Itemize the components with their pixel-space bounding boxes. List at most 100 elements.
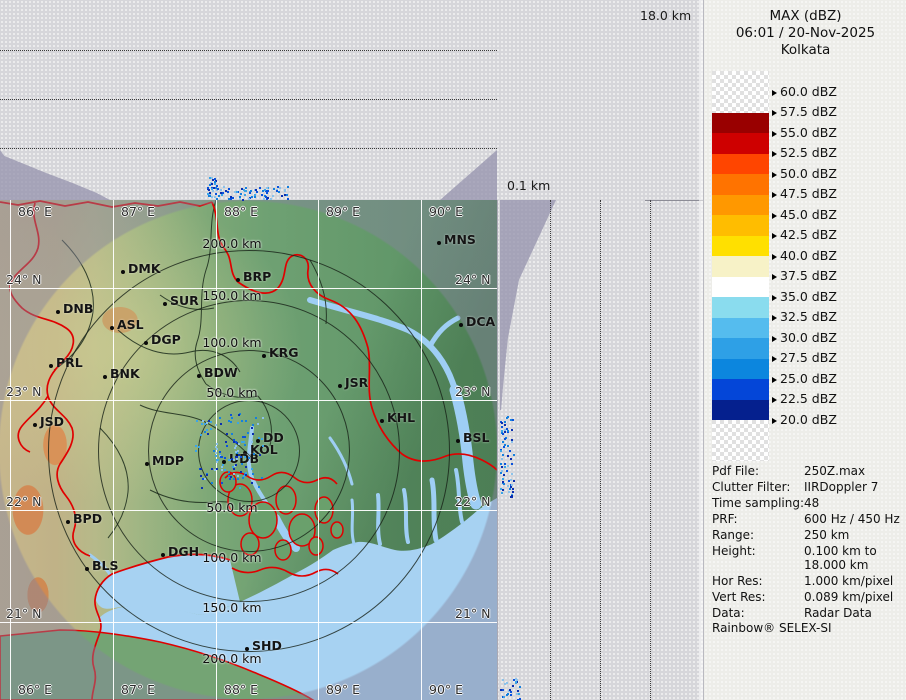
city-dot — [338, 384, 342, 388]
echo-pixel — [231, 417, 233, 419]
city-label: JSR — [345, 375, 368, 390]
echo-pixel — [237, 422, 239, 424]
echo-pixel — [195, 450, 197, 452]
echo-pixel — [251, 468, 253, 470]
colorbar-band-0 — [712, 113, 769, 133]
echo-pixel — [220, 189, 222, 191]
echo-pixel — [229, 459, 231, 461]
dbz-value-label: 27.5 dBZ — [780, 350, 837, 365]
echo-pixel — [261, 477, 263, 479]
echo-pixel — [209, 177, 211, 179]
echo-pixel — [204, 431, 206, 433]
echo-pixel — [213, 187, 215, 189]
echo-pixel — [240, 456, 242, 458]
echo-pixel — [217, 188, 219, 190]
dbz-value-label: 57.5 dBZ — [780, 104, 837, 119]
dbz-colorbar — [712, 71, 769, 461]
info-row: Vert Res:0.089 km/pixel — [712, 591, 904, 605]
echo-pixel — [245, 420, 247, 422]
echo-pixel — [225, 190, 227, 192]
echo-pixel — [237, 475, 239, 477]
echo-pixel — [510, 419, 512, 421]
echo-pixel — [218, 195, 220, 197]
echo-pixel — [240, 471, 242, 473]
city-label: DCA — [466, 314, 495, 329]
latitude-label: 21° N — [6, 606, 41, 621]
city-label: DGP — [151, 332, 181, 347]
echo-pixel — [512, 491, 514, 493]
product-name: MAX (dBZ) — [704, 8, 906, 25]
echo-pixel — [503, 483, 505, 485]
info-row: Hor Res:1.000 km/pixel — [712, 575, 904, 589]
longitude-label: 88° E — [224, 682, 258, 697]
echo-pixel — [207, 433, 209, 435]
info-value: 250Z.max — [804, 465, 904, 479]
info-row: Pdf File:250Z.max — [712, 465, 904, 479]
echo-pixel — [509, 689, 511, 691]
echo-pixel — [244, 194, 246, 196]
colorbar-band-12 — [712, 359, 769, 379]
city-label: JSD — [40, 414, 64, 429]
echo-pixel — [501, 492, 503, 494]
echo-pixel — [222, 464, 224, 466]
longitude-label: 90° E — [429, 682, 463, 697]
longitude-line — [318, 200, 319, 700]
echo-pixel — [198, 446, 200, 448]
city-dot — [197, 374, 201, 378]
echo-pixel — [255, 189, 257, 191]
ring-distance-label: 100.0 km — [202, 550, 261, 565]
echo-pixel — [237, 450, 239, 452]
echo-pixel — [208, 420, 210, 422]
city-dot — [161, 553, 165, 557]
echo-pixel — [251, 427, 253, 429]
city-label: BSL — [463, 430, 490, 445]
echo-pixel — [245, 472, 247, 474]
beyond-range-wedge-left — [0, 150, 110, 200]
city-dot — [262, 354, 266, 358]
longitude-label: 86° E — [18, 682, 52, 697]
echo-pixel — [201, 487, 203, 489]
echo-pixel — [232, 197, 234, 199]
latitude-label: 23° N — [455, 384, 490, 399]
echo-pixel — [216, 448, 218, 450]
echo-pixel — [228, 198, 230, 200]
scale-tick-arrow-icon — [772, 418, 777, 424]
info-label: Time sampling: — [712, 497, 804, 511]
info-value: Radar Data — [804, 607, 904, 621]
echo-pixel — [513, 480, 515, 482]
city-label: ASL — [117, 317, 144, 332]
info-value: 0.100 km to 18.000 km — [804, 545, 904, 572]
info-label: Data: — [712, 607, 804, 621]
echo-pixel — [252, 433, 254, 435]
city-dot — [49, 364, 53, 368]
echo-pixel — [206, 422, 208, 424]
dbz-scale-entry: 45.0 dBZ — [772, 208, 837, 222]
ring-distance-label: 50.0 km — [206, 500, 257, 515]
colorbar-nodata-top — [712, 71, 769, 113]
echo-pixel — [220, 192, 222, 194]
echo-pixel — [209, 195, 211, 197]
legend-title: MAX (dBZ) 06:01 / 20-Nov-2025 Kolkata — [704, 8, 906, 59]
radar-display-window: 18.0 km 0.1 km — [0, 0, 906, 700]
info-row: Range:250 km — [712, 529, 904, 543]
dbz-value-label: 40.0 dBZ — [780, 248, 837, 263]
scale-tick-arrow-icon — [772, 151, 777, 157]
radar-map[interactable]: 86° E86° E87° E87° E88° E88° E89° E89° E… — [0, 200, 498, 700]
echo-pixel — [506, 470, 508, 472]
echo-pixel — [216, 468, 218, 470]
scale-tick-arrow-icon — [772, 377, 777, 383]
echo-pixel — [214, 181, 216, 183]
echo-pixel — [241, 441, 243, 443]
echo-pixel — [233, 459, 235, 461]
echo-pixel — [513, 454, 515, 456]
echo-pixel — [215, 424, 217, 426]
echo-pixel — [261, 194, 263, 196]
echo-pixel — [215, 193, 217, 195]
echo-pixel — [263, 198, 265, 200]
echo-pixel — [230, 421, 232, 423]
echo-pixel — [507, 693, 509, 695]
echo-pixel — [206, 474, 208, 476]
scale-tick-arrow-icon — [772, 131, 777, 137]
city-label: DNB — [63, 301, 93, 316]
scale-tick-arrow-icon — [772, 192, 777, 198]
